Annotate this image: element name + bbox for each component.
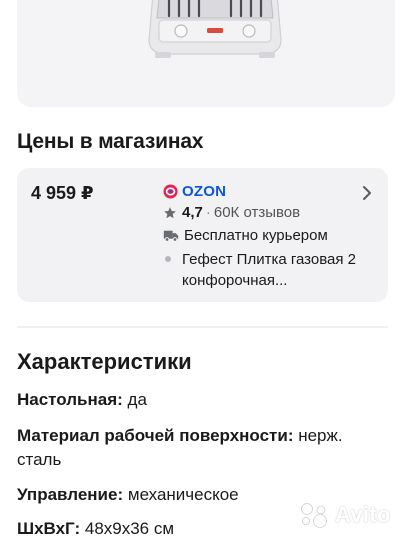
rating-row: 4,7 · 60К отзывов (163, 204, 300, 221)
delivery-text: Бесплатно курьером (184, 227, 328, 244)
truck-icon (163, 230, 179, 242)
spec-value: механическое (127, 485, 239, 504)
store-row: OZON (163, 182, 226, 200)
delivery-row: Бесплатно курьером (163, 227, 328, 244)
product-title: Гефест Плитка газовая 2 конфорочная... (182, 251, 357, 289)
spec-label: ШхВхГ: (17, 519, 81, 538)
reviews-count: 60К отзывов (213, 204, 301, 221)
spec-value: 48x9x36 см (84, 519, 175, 538)
avito-watermark: Avito (298, 500, 391, 530)
star-icon (164, 206, 176, 218)
store-offer-card[interactable]: 4 959 ₽ OZON 4,7 · 60К отзывов Бесплатно… (17, 168, 388, 302)
spec-label: Настольная: (17, 390, 123, 409)
offer-price: 4 959 ₽ (31, 183, 94, 203)
section-divider (17, 326, 388, 328)
product-image[interactable] (17, 0, 395, 107)
spec-label: Управление: (17, 485, 124, 504)
spec-row: Настольная: да (17, 388, 387, 412)
rating-value: 4,7 (182, 204, 203, 221)
avito-logo-icon (301, 503, 327, 528)
spec-value: да (127, 390, 147, 409)
chevron-right-icon[interactable] (361, 185, 373, 201)
gas-stove-image (148, 0, 282, 58)
watermark-text: Avito (335, 502, 391, 527)
ozon-logo-icon (163, 183, 178, 199)
store-name: OZON (182, 182, 227, 200)
product-title-row: Гефест Плитка газовая 2 конфорочная... (163, 249, 378, 291)
spec-label: Материал рабочей поверхности: (17, 426, 294, 445)
specs-section-title: Характеристики (17, 349, 192, 374)
rating-separator: · (205, 204, 211, 221)
prices-section-title: Цены в магазинах (17, 130, 204, 153)
bullet-icon (165, 256, 171, 262)
spec-row: Материал рабочей поверхности: нерж. стал… (17, 424, 387, 472)
